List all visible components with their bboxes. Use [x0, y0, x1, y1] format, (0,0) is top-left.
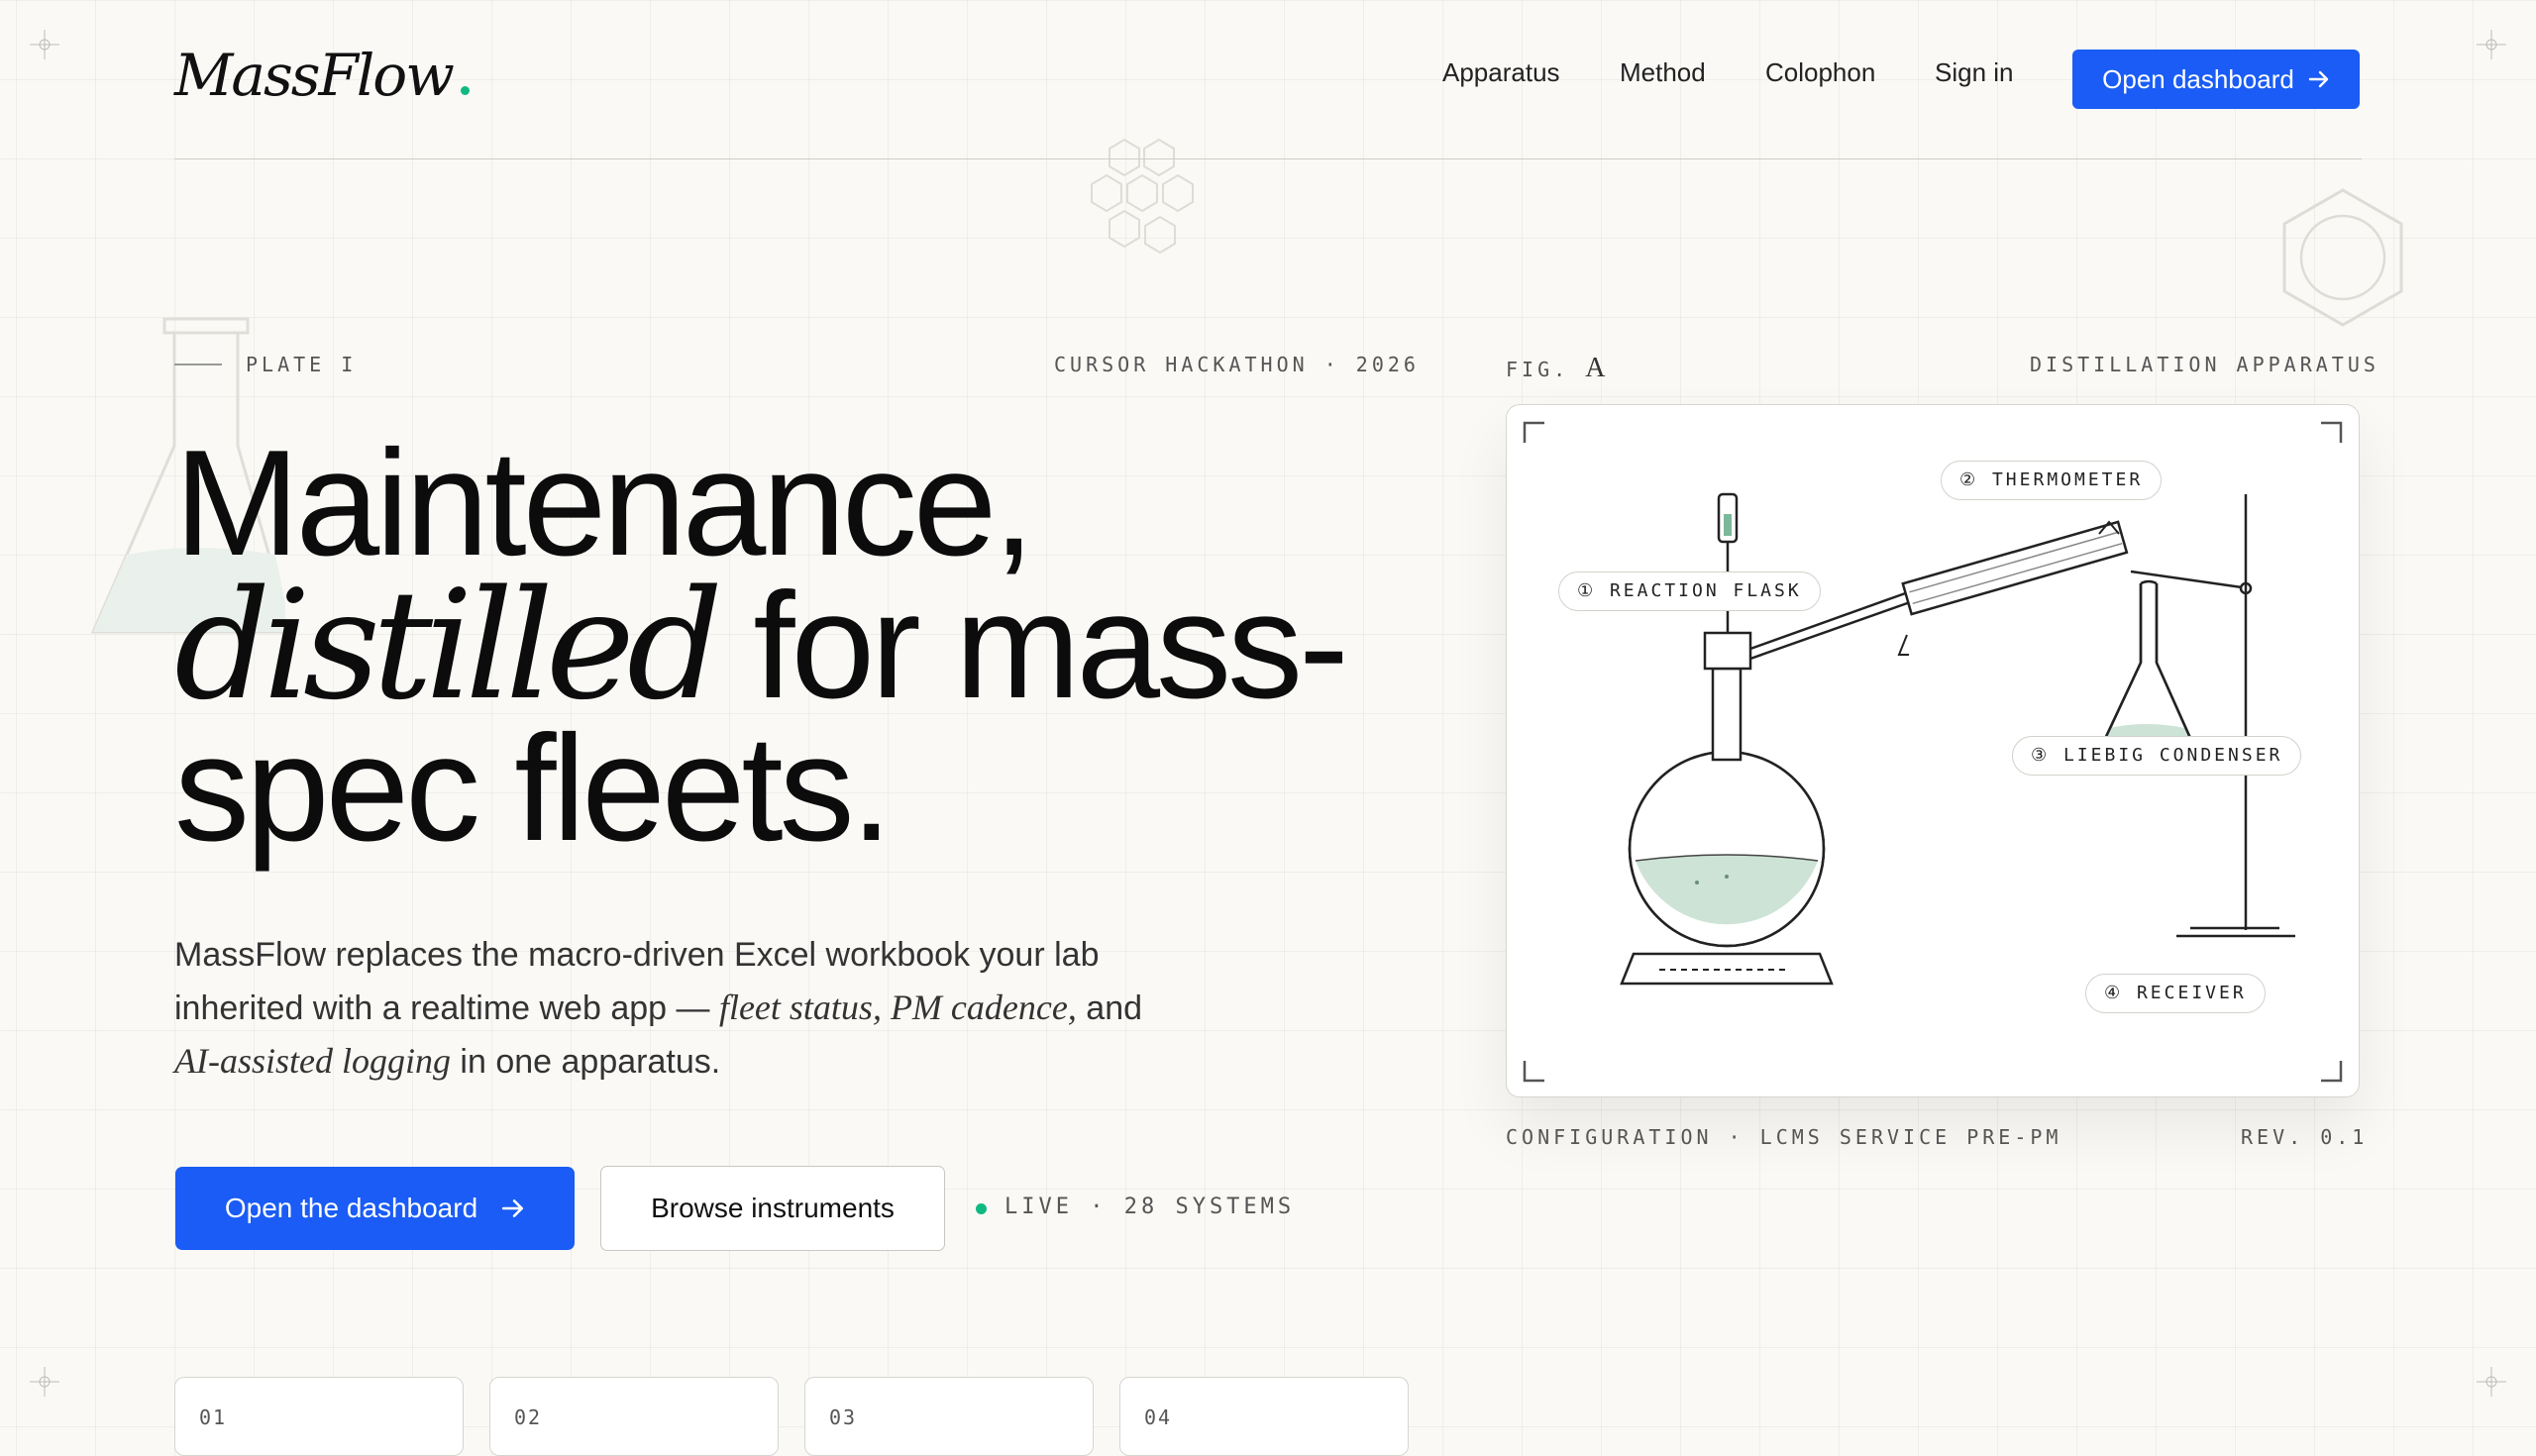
step-number: 01 — [199, 1405, 228, 1429]
browse-instruments-button[interactable]: Browse instruments — [600, 1166, 945, 1251]
nav-item-method[interactable]: Method — [1620, 57, 1706, 88]
crosshair-icon — [30, 1367, 59, 1397]
nav-item-colophon[interactable]: Colophon — [1765, 57, 1875, 88]
figure-letter: A — [1585, 353, 1606, 383]
figure-prefix: FIG. — [1506, 358, 1570, 381]
step-number: 03 — [829, 1405, 858, 1429]
open-dashboard-button[interactable]: Open dashboard — [2072, 50, 2360, 109]
crosshair-icon — [2477, 30, 2506, 59]
open-the-dashboard-button[interactable]: Open the dashboard — [175, 1167, 575, 1250]
nav-item-sign-in[interactable]: Sign in — [1935, 57, 2014, 88]
hexagon-cluster-decoration — [1091, 138, 1194, 255]
headline-line-3: spec fleets. — [174, 704, 893, 873]
callout-receiver: ④ RECEIVER — [2085, 974, 2266, 1013]
figure-title: DISTILLATION APPARATUS — [2030, 353, 2379, 376]
apparatus-figure-card: ① REACTION FLASK ② THERMOMETER ③ LIEBIG … — [1506, 404, 2360, 1097]
open-dashboard-label: Open dashboard — [2102, 63, 2294, 94]
browse-instruments-label: Browse instruments — [651, 1193, 895, 1223]
crosshair-icon — [30, 30, 59, 59]
step-number: 02 — [514, 1405, 543, 1429]
arrow-right-icon — [502, 1199, 524, 1217]
crosshair-icon — [2477, 1367, 2506, 1397]
plate-rule — [174, 364, 222, 365]
lead-text: in one apparatus. — [450, 1043, 721, 1081]
header-divider — [174, 158, 2362, 159]
open-the-dashboard-label: Open the dashboard — [224, 1193, 478, 1223]
brand-name: MassFlow — [174, 42, 455, 109]
callout-liebig-condenser: ③ LIEBIG CONDENSER — [2012, 736, 2302, 776]
benzene-ring-decoration — [2282, 188, 2403, 327]
arrow-right-icon — [2308, 70, 2329, 88]
live-status-dot-icon — [976, 1203, 987, 1214]
callout-thermometer: ② THERMOMETER — [1941, 461, 2163, 500]
lead-text: and — [1076, 989, 1143, 1027]
brand-dot-icon — [460, 86, 470, 95]
figure-label: FIG. A — [1506, 353, 1605, 384]
step-card[interactable]: 03 — [804, 1377, 1094, 1456]
step-number: 04 — [1144, 1405, 1173, 1429]
live-status-text: LIVE · 28 SYSTEMS — [1004, 1195, 1296, 1219]
step-card[interactable]: 02 — [489, 1377, 779, 1456]
callout-reaction-flask: ① REACTION FLASK — [1558, 572, 1821, 611]
figure-revision: REV. 0.1 — [2241, 1125, 2369, 1149]
hero-headline: Maintenance, distilled for mass- spec fl… — [174, 428, 1349, 864]
step-card[interactable]: 04 — [1119, 1377, 1409, 1456]
step-card[interactable]: 01 — [174, 1377, 464, 1456]
event-label: CURSOR HACKATHON · 2026 — [1054, 353, 1420, 376]
brand-logo[interactable]: MassFlow — [174, 42, 470, 109]
lead-emphasis: AI-assisted logging — [174, 1041, 451, 1081]
hero-lead: MassFlow replaces the macro-driven Excel… — [174, 929, 1145, 1089]
lead-emphasis: fleet status, PM cadence, — [718, 988, 1077, 1027]
figure-caption: CONFIGURATION · LCMS SERVICE PRE-PM — [1506, 1125, 2062, 1149]
plate-label: PLATE I — [246, 353, 358, 376]
nav-item-apparatus[interactable]: Apparatus — [1442, 57, 1560, 88]
